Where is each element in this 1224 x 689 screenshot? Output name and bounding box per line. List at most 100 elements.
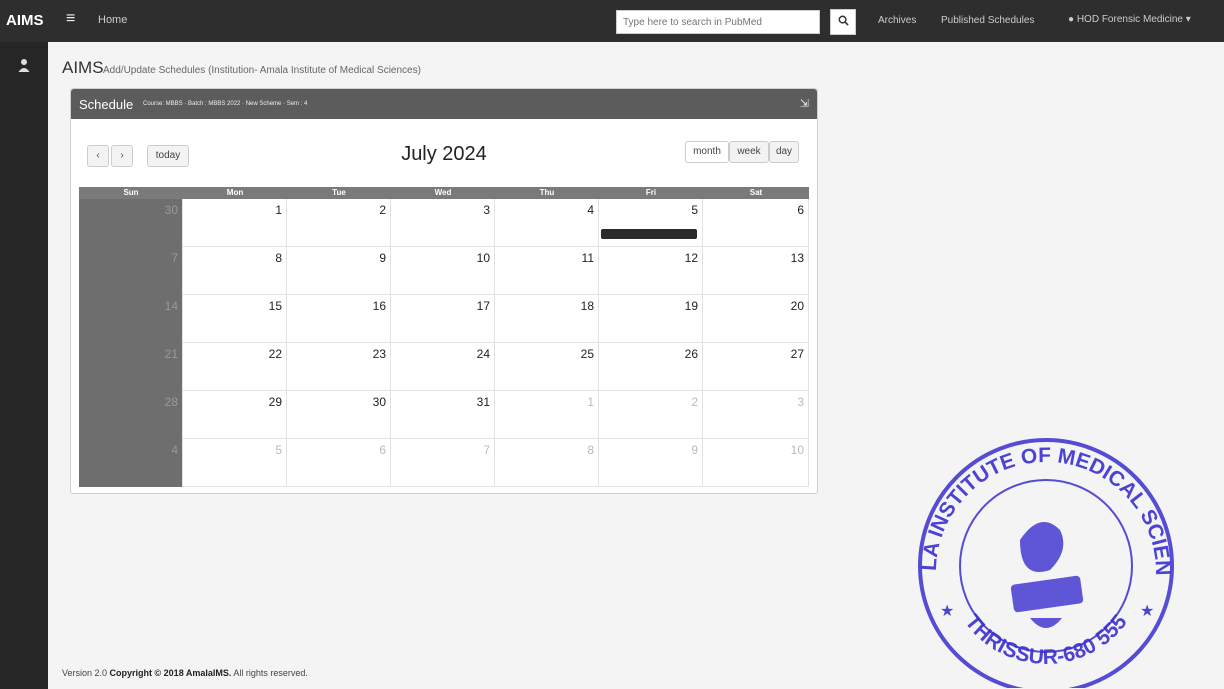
calendar-day-cell[interactable]: 12 xyxy=(599,247,703,295)
day-of-week-label: Sat xyxy=(749,188,763,197)
calendar-day-cell[interactable]: 6 xyxy=(287,439,391,487)
day-number: 12 xyxy=(684,251,698,265)
calendar-day-cell[interactable]: 1 xyxy=(495,391,599,439)
calendar-day-cell[interactable]: 2 xyxy=(599,391,703,439)
calendar-day-cell[interactable]: 11 xyxy=(495,247,599,295)
calendar-day-cell[interactable]: 4 xyxy=(495,199,599,247)
calendar-day-cell[interactable]: 25 xyxy=(495,343,599,391)
day-number: 11 xyxy=(581,251,594,265)
calendar-day-cell[interactable]: 27 xyxy=(703,343,809,391)
calendar-day-cell[interactable]: 13 xyxy=(703,247,809,295)
search-icon[interactable] xyxy=(830,9,856,35)
day-of-week-label: Thu xyxy=(539,188,555,197)
day-number: 8 xyxy=(275,251,282,265)
calendar-day-cell[interactable]: 28 xyxy=(79,391,183,439)
day-number: 28 xyxy=(164,395,178,409)
calendar-day-cell[interactable]: 3 xyxy=(391,199,495,247)
day-of-week-label: Fri xyxy=(645,188,657,197)
calendar-day-cell[interactable]: 5 xyxy=(599,199,703,247)
day-number: 26 xyxy=(684,347,698,361)
view-month-button[interactable]: month xyxy=(685,141,729,163)
day-number: 25 xyxy=(580,347,594,361)
calendar-day-cell[interactable]: 21 xyxy=(79,343,183,391)
calendar-day-cell[interactable]: 24 xyxy=(391,343,495,391)
calendar-day-cell[interactable]: 19 xyxy=(599,295,703,343)
user-menu-label: HOD Forensic Medicine ▾ xyxy=(1076,14,1191,25)
calendar-day-cell[interactable]: 8 xyxy=(495,439,599,487)
external-link-icon[interactable]: ⇲ xyxy=(800,97,809,110)
day-number: 1 xyxy=(275,203,282,217)
footer-rights: All rights reserved. xyxy=(233,668,308,678)
day-of-week-label: Tue xyxy=(332,188,346,197)
published-schedules-link[interactable]: Published Schedules xyxy=(941,15,1034,26)
brand-logo[interactable]: AIMS xyxy=(6,12,44,29)
day-number: 30 xyxy=(164,203,178,217)
day-number: 31 xyxy=(476,395,490,409)
footer: Version 2.0 Copyright © 2018 AmalaIMS. A… xyxy=(62,668,308,678)
page-subtitle: Add/Update Schedules (Institution- Amala… xyxy=(103,65,421,76)
calendar-day-cell[interactable]: 18 xyxy=(495,295,599,343)
calendar-day-cell[interactable]: 15 xyxy=(183,295,287,343)
calendar-day-cell[interactable]: 3 xyxy=(703,391,809,439)
calendar-event[interactable] xyxy=(601,229,697,239)
calendar-day-cell[interactable]: 4 xyxy=(79,439,183,487)
day-number: 10 xyxy=(790,443,804,457)
calendar-day-cell[interactable]: 10 xyxy=(703,439,809,487)
calendar-day-cell[interactable]: 30 xyxy=(79,199,183,247)
day-number: 30 xyxy=(372,395,386,409)
view-day-button[interactable]: day xyxy=(769,141,799,163)
footer-version: Version 2.0 xyxy=(62,668,108,678)
calendar-day-cell[interactable]: 14 xyxy=(79,295,183,343)
user-menu[interactable]: ● HOD Forensic Medicine ▾ xyxy=(1068,14,1191,25)
calendar-day-cell[interactable]: 2 xyxy=(287,199,391,247)
calendar-day-cell[interactable]: 9 xyxy=(599,439,703,487)
panel-meta: Course: MBBS · Batch : MBBS 2022 · New S… xyxy=(143,101,308,107)
calendar-day-cell[interactable]: 7 xyxy=(391,439,495,487)
day-number: 7 xyxy=(483,443,490,457)
calendar-day-cell[interactable]: 29 xyxy=(183,391,287,439)
person-icon[interactable] xyxy=(16,58,32,74)
calendar-day-cell[interactable]: 9 xyxy=(287,247,391,295)
day-number: 27 xyxy=(790,347,804,361)
user-icon: ● xyxy=(1068,14,1075,25)
calendar-day-cell[interactable]: 5 xyxy=(183,439,287,487)
day-number: 6 xyxy=(379,443,386,457)
institution-stamp: AMALA INSTITUTE OF MEDICAL SCIENCES THRI… xyxy=(900,420,1174,688)
calendar-day-cell[interactable]: 10 xyxy=(391,247,495,295)
hamburger-icon[interactable]: ≡ xyxy=(66,10,75,28)
calendar-week-row: 28 29 30 31 1 2 3 xyxy=(79,391,809,439)
day-number: 17 xyxy=(476,299,490,313)
day-number: 9 xyxy=(379,251,386,265)
archives-link[interactable]: Archives xyxy=(878,15,916,26)
panel-header: Schedule Course: MBBS · Batch : MBBS 202… xyxy=(71,89,817,119)
search-input[interactable] xyxy=(616,10,820,34)
day-number: 18 xyxy=(580,299,594,313)
calendar-day-cell[interactable]: 6 xyxy=(703,199,809,247)
calendar-day-cell[interactable]: 22 xyxy=(183,343,287,391)
panel-title: Schedule xyxy=(79,97,134,112)
page-title: AIMS xyxy=(62,58,104,77)
calendar-day-cell[interactable]: 23 xyxy=(287,343,391,391)
day-number: 2 xyxy=(691,395,698,409)
day-of-week-label: Mon xyxy=(226,188,244,197)
calendar-week-row: 14 15 16 17 18 19 20 xyxy=(79,295,809,343)
day-number: 1 xyxy=(587,395,594,409)
calendar-day-cell[interactable]: 26 xyxy=(599,343,703,391)
calendar-day-cell[interactable]: 31 xyxy=(391,391,495,439)
day-number: 24 xyxy=(476,347,490,361)
calendar-day-cell[interactable]: 16 xyxy=(287,295,391,343)
calendar-day-cell[interactable]: 30 xyxy=(287,391,391,439)
day-number: 29 xyxy=(268,395,282,409)
stamp-star-icon: ★ xyxy=(1140,603,1154,620)
calendar-day-cell[interactable]: 8 xyxy=(183,247,287,295)
calendar-day-cell[interactable]: 1 xyxy=(183,199,287,247)
calendar-day-cell[interactable]: 17 xyxy=(391,295,495,343)
calendar-day-cell[interactable]: 7 xyxy=(79,247,183,295)
stamp-emblem xyxy=(1010,522,1084,628)
day-number: 19 xyxy=(684,299,698,313)
day-number: 3 xyxy=(797,395,804,409)
calendar-day-cell[interactable]: 20 xyxy=(703,295,809,343)
view-week-button[interactable]: week xyxy=(729,141,769,163)
left-sidebar xyxy=(0,42,48,689)
home-link[interactable]: Home xyxy=(98,14,127,26)
